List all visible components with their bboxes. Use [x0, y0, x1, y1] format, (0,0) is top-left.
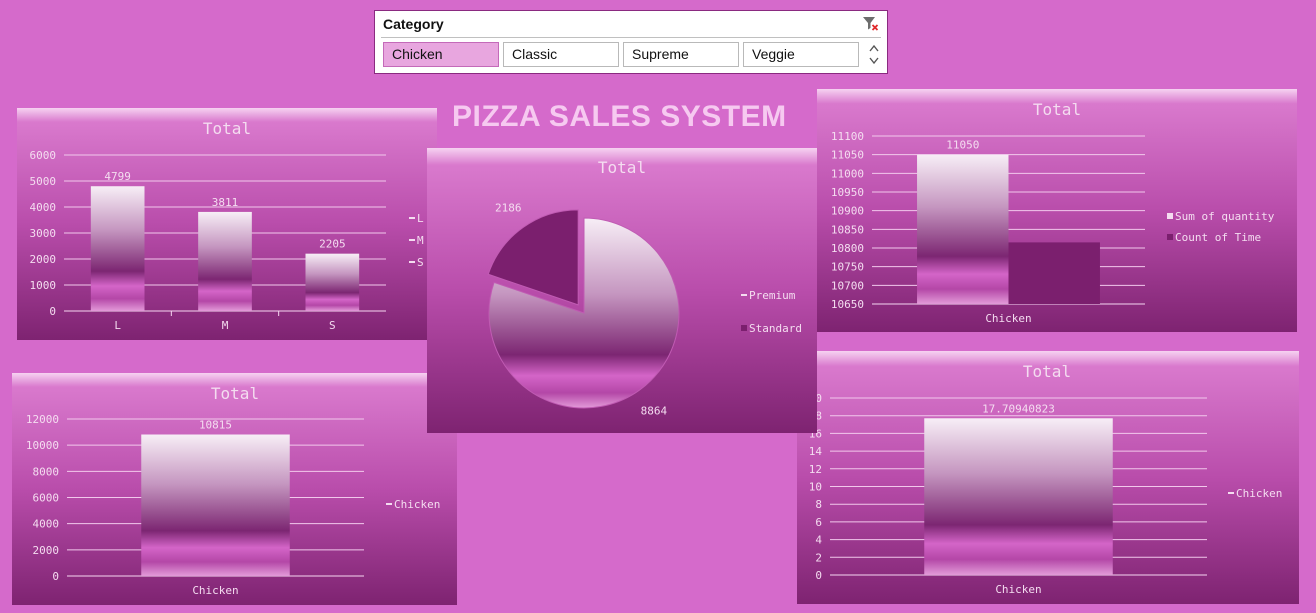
legend-swatch	[386, 503, 392, 505]
y-tick-label: 0	[49, 305, 56, 318]
data-label: 2186	[495, 201, 522, 214]
data-label: 4799	[104, 170, 130, 183]
data-label: 8864	[641, 405, 668, 418]
legend-entry: Chicken	[394, 498, 440, 511]
y-tick-label: 4000	[33, 518, 60, 531]
page-title: PIZZA SALES SYSTEM	[452, 100, 787, 133]
y-tick-label: 5000	[30, 175, 57, 188]
legend-swatch	[741, 294, 747, 296]
chart-chicken-average: Total02468101214161820Chicken17.70940823…	[797, 351, 1299, 604]
clear-filter-icon[interactable]	[861, 14, 879, 32]
y-tick-label: 11050	[831, 149, 864, 162]
x-tick-label: M	[222, 319, 229, 332]
slicer-item-veggie[interactable]: Veggie	[743, 42, 859, 67]
chart-pizza-class-pie: Total 8864 2186 Premium Standard	[427, 148, 817, 433]
bar	[198, 211, 252, 311]
chart-title: Total	[203, 119, 251, 138]
data-label: 3811	[212, 196, 239, 209]
y-tick-label: 0	[815, 569, 822, 582]
y-tick-label: 1000	[30, 279, 57, 292]
x-tick-label: L	[114, 319, 121, 332]
legend-swatch	[409, 217, 415, 219]
bar	[1008, 242, 1100, 304]
y-tick-label: 11000	[831, 167, 864, 180]
data-label: 2205	[319, 238, 346, 251]
y-tick-label: 4	[815, 534, 822, 547]
bar	[90, 186, 145, 311]
y-tick-label: 2000	[33, 544, 60, 557]
slicer-item-supreme[interactable]: Supreme	[623, 42, 739, 67]
y-tick-label: 10700	[831, 279, 864, 292]
legend-entry: Sum of quantity	[1175, 210, 1275, 223]
y-tick-label: 10000	[26, 439, 59, 452]
y-tick-label: 12	[809, 463, 822, 476]
slicer-scroll-buttons[interactable]	[867, 42, 881, 67]
x-tick-label: Chicken	[995, 583, 1041, 596]
data-label: 10815	[199, 419, 232, 432]
y-tick-label: 0	[52, 570, 59, 583]
legend-swatch	[1167, 234, 1173, 240]
y-tick-label: 10	[809, 481, 822, 494]
bar-chart-chicken-average: Total02468101214161820Chicken17.70940823…	[797, 351, 1299, 604]
bar-chart-chicken-count: Total 0 2000 4000 6000 8000 10000 12000 Chicken 1…	[12, 373, 457, 605]
y-tick-label: 11100	[831, 130, 864, 143]
slicer-title: Category	[383, 16, 444, 32]
bar	[141, 434, 290, 576]
chart-quantity-vs-time: Total 10650 10700 10750 10800 10850 10900 10950…	[817, 89, 1297, 332]
bar	[305, 253, 360, 311]
y-tick-label: 2000	[30, 253, 57, 266]
y-tick-label: 3000	[30, 227, 57, 240]
legend-entry: Standard	[749, 322, 802, 335]
chart-title: Total	[598, 158, 646, 177]
legend-entry: Count of Time	[1175, 231, 1261, 244]
chart-title: Total	[211, 384, 259, 403]
y-tick-label: 2	[815, 551, 822, 564]
bar-chart-size: Total 0 1000 2000 3000 4000 5000 6000 L 4799 M 3811…	[17, 108, 437, 340]
chart-title: Total	[1033, 100, 1081, 119]
y-tick-label: 6000	[33, 492, 60, 505]
legend-entry: S	[417, 256, 424, 269]
y-tick-label: 8	[815, 498, 822, 511]
y-tick-label: 10900	[831, 205, 864, 218]
legend-entry: Premium	[749, 289, 796, 302]
y-tick-label: 14	[809, 445, 823, 458]
legend-entry: L	[417, 212, 424, 225]
x-tick-label: S	[329, 319, 336, 332]
bar	[917, 154, 1009, 304]
y-tick-label: 12000	[26, 413, 59, 426]
y-tick-label: 10650	[831, 298, 864, 311]
bar	[924, 418, 1113, 575]
category-slicer: Category Chicken Classic Supreme Veggie	[374, 10, 888, 74]
legend-swatch	[741, 325, 747, 331]
chevron-down-icon	[869, 57, 879, 65]
legend-entry: M	[417, 234, 424, 247]
y-tick-label: 6000	[30, 149, 57, 162]
y-tick-label: 8000	[33, 465, 60, 478]
data-label: 17.70940823	[982, 402, 1055, 415]
legend-swatch	[1167, 213, 1173, 219]
legend-swatch	[409, 261, 415, 263]
slicer-divider	[381, 37, 881, 38]
bar-chart-quantity-time: Total 10650 10700 10750 10800 10850 10900 10950…	[817, 89, 1297, 332]
chart-chicken-count: Total 0 2000 4000 6000 8000 10000 12000 Chicken 1…	[12, 373, 457, 605]
y-tick-label: 4000	[30, 201, 57, 214]
y-tick-label: 10850	[831, 223, 864, 236]
data-label: 11050	[946, 139, 979, 152]
y-tick-label: 10800	[831, 242, 864, 255]
pie-chart-class: Total 8864 2186 Premium Standard	[427, 148, 817, 433]
y-tick-label: 10950	[831, 186, 864, 199]
slicer-item-chicken[interactable]: Chicken	[383, 42, 499, 67]
y-tick-label: 6	[815, 516, 822, 529]
legend-swatch	[1228, 492, 1234, 494]
slicer-item-classic[interactable]: Classic	[503, 42, 619, 67]
legend-swatch	[409, 239, 415, 241]
y-tick-label: 10750	[831, 261, 864, 274]
chart-title: Total	[1023, 362, 1071, 381]
x-tick-label: Chicken	[192, 584, 238, 597]
chevron-up-icon	[869, 44, 879, 52]
legend-entry: Chicken	[1236, 487, 1282, 500]
chart-sales-by-size: Total 0 1000 2000 3000 4000 5000 6000 L 4799 M 3811…	[17, 108, 437, 340]
x-tick-label: Chicken	[985, 312, 1031, 325]
